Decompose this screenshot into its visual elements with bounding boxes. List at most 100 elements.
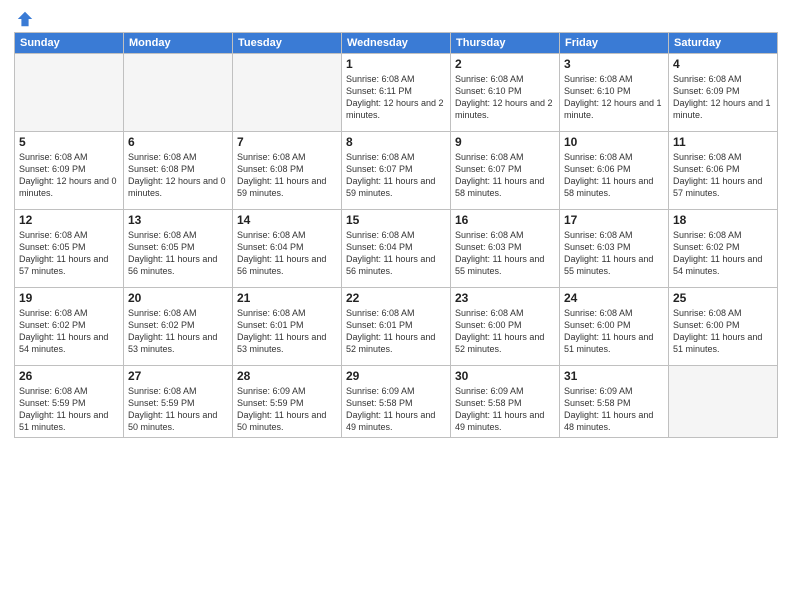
day-info: Sunrise: 6:08 AMSunset: 6:10 PMDaylight:… [455, 73, 555, 122]
calendar-header-monday: Monday [124, 33, 233, 54]
calendar-cell: 7 Sunrise: 6:08 AMSunset: 6:08 PMDaylight… [233, 132, 342, 210]
day-info: Sunrise: 6:08 AMSunset: 5:59 PMDaylight:… [19, 385, 119, 434]
page: SundayMondayTuesdayWednesdayThursdayFrid… [0, 0, 792, 612]
calendar-week-row-4: 19 Sunrise: 6:08 AMSunset: 6:02 PMDayligh… [15, 288, 778, 366]
day-info: Sunrise: 6:09 AMSunset: 5:58 PMDaylight:… [346, 385, 446, 434]
day-info: Sunrise: 6:08 AMSunset: 6:02 PMDaylight:… [128, 307, 228, 356]
day-info: Sunrise: 6:08 AMSunset: 6:09 PMDaylight:… [19, 151, 119, 200]
calendar-cell: 6 Sunrise: 6:08 AMSunset: 6:08 PMDaylight… [124, 132, 233, 210]
day-number: 27 [128, 369, 228, 383]
day-info: Sunrise: 6:08 AMSunset: 6:06 PMDaylight:… [673, 151, 773, 200]
calendar-header-sunday: Sunday [15, 33, 124, 54]
day-info: Sunrise: 6:09 AMSunset: 5:58 PMDaylight:… [564, 385, 664, 434]
calendar-header-wednesday: Wednesday [342, 33, 451, 54]
day-number: 24 [564, 291, 664, 305]
calendar-cell [669, 366, 778, 438]
calendar-week-row-3: 12Sunrise: 6:08 AMSunset: 6:05 PMDayligh… [15, 210, 778, 288]
calendar-cell: 29 Sunrise: 6:09 AMSunset: 5:58 PMDayligh… [342, 366, 451, 438]
day-number: 3 [564, 57, 664, 71]
day-number: 17 [564, 213, 664, 227]
calendar-cell: 28 Sunrise: 6:09 AMSunset: 5:59 PMDayligh… [233, 366, 342, 438]
day-number: 19 [19, 291, 119, 305]
calendar-cell: 2 Sunrise: 6:08 AMSunset: 6:10 PMDaylight… [451, 54, 560, 132]
day-number: 29 [346, 369, 446, 383]
calendar-cell: 9 Sunrise: 6:08 AMSunset: 6:07 PMDaylight… [451, 132, 560, 210]
day-info: Sunrise: 6:08 AMSunset: 6:11 PMDaylight:… [346, 73, 446, 122]
calendar-cell: 12Sunrise: 6:08 AMSunset: 6:05 PMDayligh… [15, 210, 124, 288]
calendar-cell: 16 Sunrise: 6:08 AMSunset: 6:03 PMDayligh… [451, 210, 560, 288]
day-number: 2 [455, 57, 555, 71]
calendar-header-saturday: Saturday [669, 33, 778, 54]
day-number: 21 [237, 291, 337, 305]
calendar-cell: 15 Sunrise: 6:08 AMSunset: 6:04 PMDayligh… [342, 210, 451, 288]
calendar-cell: 10Sunrise: 6:08 AMSunset: 6:06 PMDayligh… [560, 132, 669, 210]
calendar-cell: 18 Sunrise: 6:08 AMSunset: 6:02 PMDayligh… [669, 210, 778, 288]
calendar-cell: 22 Sunrise: 6:08 AMSunset: 6:01 PMDayligh… [342, 288, 451, 366]
calendar-week-row-5: 26 Sunrise: 6:08 AMSunset: 5:59 PMDayligh… [15, 366, 778, 438]
calendar-cell: 31 Sunrise: 6:09 AMSunset: 5:58 PMDayligh… [560, 366, 669, 438]
calendar-cell [15, 54, 124, 132]
day-number: 20 [128, 291, 228, 305]
day-number: 4 [673, 57, 773, 71]
day-number: 5 [19, 135, 119, 149]
calendar-cell: 21 Sunrise: 6:08 AMSunset: 6:01 PMDayligh… [233, 288, 342, 366]
day-number: 31 [564, 369, 664, 383]
calendar-cell: 13Sunrise: 6:08 AMSunset: 6:05 PMDayligh… [124, 210, 233, 288]
day-info: Sunrise: 6:08 AMSunset: 6:08 PMDaylight:… [128, 151, 228, 200]
day-info: Sunrise: 6:08 AMSunset: 6:05 PMDaylight:… [19, 229, 119, 278]
day-number: 11 [673, 135, 773, 149]
day-number: 9 [455, 135, 555, 149]
day-number: 6 [128, 135, 228, 149]
calendar-cell [124, 54, 233, 132]
calendar-cell: 17 Sunrise: 6:08 AMSunset: 6:03 PMDayligh… [560, 210, 669, 288]
day-number: 16 [455, 213, 555, 227]
day-info: Sunrise: 6:08 AMSunset: 6:01 PMDaylight:… [237, 307, 337, 356]
day-number: 15 [346, 213, 446, 227]
logo [14, 10, 34, 26]
calendar-cell: 3 Sunrise: 6:08 AMSunset: 6:10 PMDaylight… [560, 54, 669, 132]
day-info: Sunrise: 6:08 AMSunset: 6:00 PMDaylight:… [564, 307, 664, 356]
day-number: 22 [346, 291, 446, 305]
day-number: 10 [564, 135, 664, 149]
day-info: Sunrise: 6:08 AMSunset: 5:59 PMDaylight:… [128, 385, 228, 434]
day-info: Sunrise: 6:08 AMSunset: 6:03 PMDaylight:… [455, 229, 555, 278]
calendar-header-friday: Friday [560, 33, 669, 54]
calendar-cell: 19Sunrise: 6:08 AMSunset: 6:02 PMDayligh… [15, 288, 124, 366]
calendar-cell: 24 Sunrise: 6:08 AMSunset: 6:00 PMDayligh… [560, 288, 669, 366]
calendar-table: SundayMondayTuesdayWednesdayThursdayFrid… [14, 32, 778, 438]
calendar-cell: 20 Sunrise: 6:08 AMSunset: 6:02 PMDayligh… [124, 288, 233, 366]
day-number: 18 [673, 213, 773, 227]
day-info: Sunrise: 6:08 AMSunset: 6:08 PMDaylight:… [237, 151, 337, 200]
calendar-cell: 8Sunrise: 6:08 AMSunset: 6:07 PMDaylight… [342, 132, 451, 210]
day-number: 14 [237, 213, 337, 227]
day-info: Sunrise: 6:09 AMSunset: 5:58 PMDaylight:… [455, 385, 555, 434]
day-info: Sunrise: 6:08 AMSunset: 6:00 PMDaylight:… [455, 307, 555, 356]
calendar-cell: 11 Sunrise: 6:08 AMSunset: 6:06 PMDayligh… [669, 132, 778, 210]
calendar-cell: 23 Sunrise: 6:08 AMSunset: 6:00 PMDayligh… [451, 288, 560, 366]
day-info: Sunrise: 6:08 AMSunset: 6:10 PMDaylight:… [564, 73, 664, 122]
day-info: Sunrise: 6:08 AMSunset: 6:00 PMDaylight:… [673, 307, 773, 356]
calendar-cell: 25 Sunrise: 6:08 AMSunset: 6:00 PMDayligh… [669, 288, 778, 366]
calendar-cell: 5 Sunrise: 6:08 AMSunset: 6:09 PMDaylight… [15, 132, 124, 210]
day-number: 1 [346, 57, 446, 71]
day-number: 28 [237, 369, 337, 383]
calendar-cell: 26 Sunrise: 6:08 AMSunset: 5:59 PMDayligh… [15, 366, 124, 438]
calendar-cell: 30 Sunrise: 6:09 AMSunset: 5:58 PMDayligh… [451, 366, 560, 438]
day-number: 30 [455, 369, 555, 383]
day-number: 26 [19, 369, 119, 383]
calendar-week-row-2: 5 Sunrise: 6:08 AMSunset: 6:09 PMDaylight… [15, 132, 778, 210]
day-number: 25 [673, 291, 773, 305]
calendar-header-row: SundayMondayTuesdayWednesdayThursdayFrid… [15, 33, 778, 54]
logo-icon [16, 10, 34, 28]
day-number: 7 [237, 135, 337, 149]
day-info: Sunrise: 6:08 AMSunset: 6:07 PMDaylight:… [455, 151, 555, 200]
day-info: Sunrise: 6:08 AMSunset: 6:04 PMDaylight:… [346, 229, 446, 278]
day-info: Sunrise: 6:08 AMSunset: 6:09 PMDaylight:… [673, 73, 773, 122]
day-info: Sunrise: 6:09 AMSunset: 5:59 PMDaylight:… [237, 385, 337, 434]
day-info: Sunrise: 6:08 AMSunset: 6:02 PMDaylight:… [673, 229, 773, 278]
day-info: Sunrise: 6:08 AMSunset: 6:01 PMDaylight:… [346, 307, 446, 356]
calendar-header-thursday: Thursday [451, 33, 560, 54]
day-info: Sunrise: 6:08 AMSunset: 6:03 PMDaylight:… [564, 229, 664, 278]
calendar-cell: 1 Sunrise: 6:08 AMSunset: 6:11 PMDaylight… [342, 54, 451, 132]
day-number: 23 [455, 291, 555, 305]
